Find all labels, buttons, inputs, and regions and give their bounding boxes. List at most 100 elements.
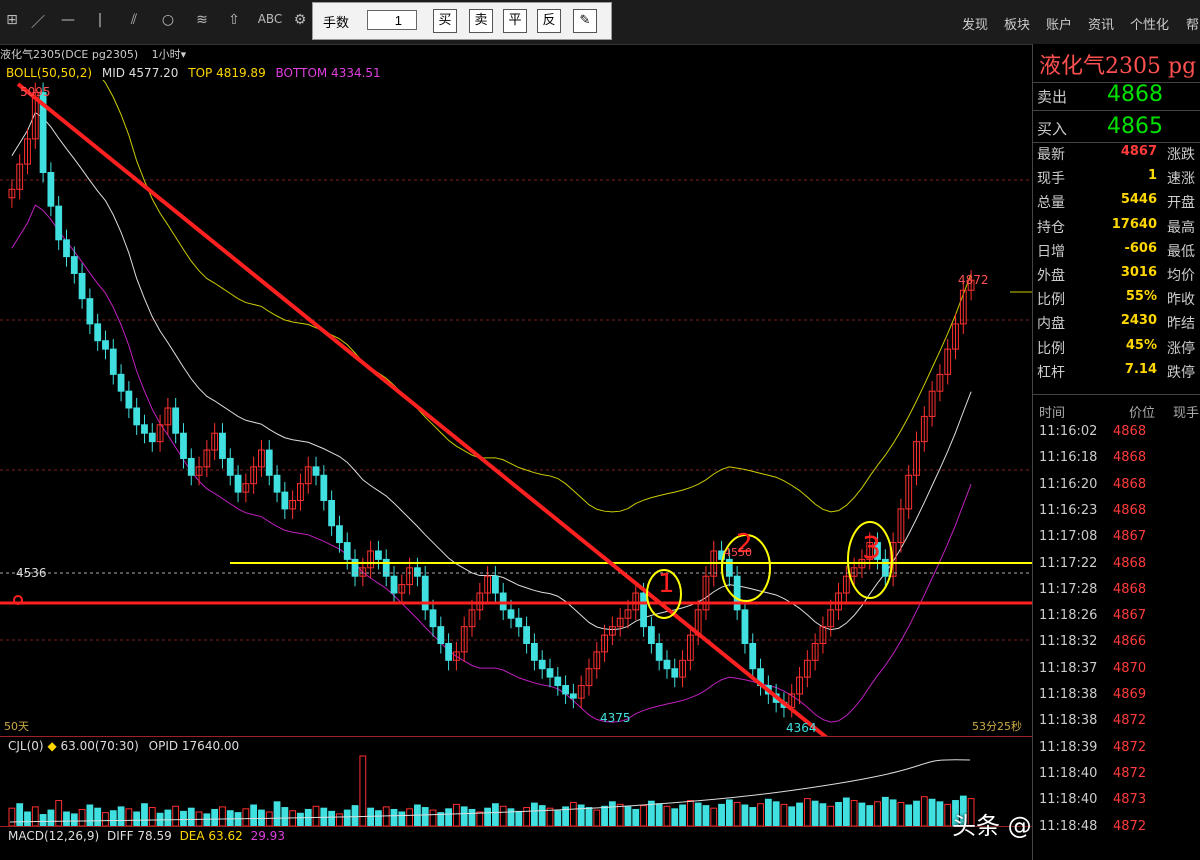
nav-discover[interactable]: 发现 bbox=[962, 14, 988, 33]
volume-bar bbox=[133, 811, 141, 826]
peak-price-label: 4872 bbox=[958, 273, 989, 287]
text-icon[interactable]: ABC bbox=[256, 12, 284, 26]
quote-row: 内盘 2430 昨结 bbox=[1033, 313, 1200, 337]
ticks-time-header: 时间 bbox=[1039, 406, 1066, 421]
edit-order-button[interactable]: ✎ bbox=[573, 9, 597, 33]
volume-bar bbox=[920, 796, 928, 826]
volume-bar bbox=[694, 802, 702, 826]
tick-row: 11:16:18 4868 bbox=[1033, 450, 1200, 476]
grid-icon[interactable]: ⊞ bbox=[0, 12, 24, 28]
tick-price: 4872 bbox=[1113, 739, 1147, 755]
volume-bar bbox=[421, 807, 429, 826]
close-position-button[interactable]: 平 bbox=[503, 9, 527, 33]
downtrend-line bbox=[16, 82, 828, 736]
tick-time: 11:16:23 bbox=[1039, 502, 1098, 518]
candle bbox=[523, 626, 530, 644]
volume-bar bbox=[164, 809, 172, 826]
nav-help[interactable]: 帮 bbox=[1186, 14, 1199, 33]
volume-bar bbox=[679, 804, 686, 826]
volume-bar bbox=[484, 807, 491, 826]
gear-icon[interactable]: ⚙ bbox=[288, 12, 312, 28]
volume-bar bbox=[616, 803, 624, 826]
volume-bar bbox=[764, 798, 772, 826]
volume-bar bbox=[203, 813, 211, 826]
ellipse-icon[interactable]: ○ bbox=[156, 12, 180, 28]
buy-button[interactable]: 买 bbox=[433, 9, 457, 33]
volume-bar bbox=[390, 808, 398, 826]
candle bbox=[515, 617, 523, 628]
nav-news[interactable]: 资讯 bbox=[1088, 14, 1114, 33]
sell-button[interactable]: 卖 bbox=[469, 9, 493, 33]
divider bbox=[0, 736, 1032, 737]
tick-time: 11:18:38 bbox=[1039, 687, 1098, 702]
sell-price: 4868 bbox=[1107, 82, 1163, 107]
tick-time: 11:18:48 bbox=[1039, 818, 1098, 834]
candle bbox=[429, 609, 437, 628]
opid-label: OPID 17640.00 bbox=[148, 739, 240, 753]
tick-price: 4872 bbox=[1113, 765, 1147, 781]
volume-bar bbox=[468, 808, 476, 826]
volume-bar bbox=[460, 806, 468, 826]
boll-mid: MID 4577.20 bbox=[101, 66, 179, 80]
qty-input[interactable] bbox=[367, 10, 417, 30]
candle bbox=[187, 457, 195, 476]
boll-bottom-line bbox=[11, 204, 972, 723]
quote-row: 总量 5446 开盘 bbox=[1033, 192, 1200, 216]
candle bbox=[180, 432, 187, 459]
divider bbox=[0, 826, 1032, 827]
tick-price: 4873 bbox=[1113, 792, 1147, 808]
fib-icon[interactable]: ≋ bbox=[190, 12, 214, 28]
quote-row-key2: 开盘 bbox=[1167, 195, 1195, 212]
candle bbox=[273, 474, 281, 493]
reverse-button[interactable]: 反 bbox=[537, 9, 561, 33]
quote-row-key: 杠杆 bbox=[1037, 364, 1065, 381]
volume-bar bbox=[367, 807, 375, 826]
volume-bar bbox=[702, 805, 710, 826]
volume-bar bbox=[445, 808, 453, 826]
candle bbox=[445, 642, 453, 661]
candle bbox=[125, 390, 133, 409]
volume-bar bbox=[242, 808, 250, 826]
volume-bar bbox=[663, 805, 671, 826]
candle bbox=[647, 626, 655, 644]
nav-sector[interactable]: 板块 bbox=[1004, 14, 1030, 33]
nav-account[interactable]: 账户 bbox=[1046, 14, 1072, 33]
arrow-up-icon[interactable]: ⇧ bbox=[222, 12, 246, 28]
quote-row-key2: 最低 bbox=[1167, 243, 1195, 260]
volume-bar bbox=[117, 806, 125, 826]
candle bbox=[733, 575, 741, 611]
volume-bar bbox=[8, 807, 16, 826]
candle bbox=[507, 609, 515, 619]
line-icon[interactable]: ／ bbox=[26, 12, 50, 32]
cjl-label: CJL(0) bbox=[8, 739, 44, 753]
nav-personalize[interactable]: 个性化 bbox=[1130, 14, 1169, 33]
quote-row: 比例 45% 涨停 bbox=[1033, 338, 1200, 362]
candle bbox=[86, 298, 94, 325]
candle bbox=[437, 626, 445, 644]
volume-bar bbox=[211, 808, 219, 826]
volume-bar bbox=[31, 806, 39, 826]
candle bbox=[234, 474, 242, 493]
quote-row-key: 外盘 bbox=[1037, 268, 1065, 284]
candle bbox=[538, 659, 546, 670]
candle bbox=[749, 642, 757, 670]
tick-time: 11:17:22 bbox=[1039, 555, 1098, 571]
candle bbox=[47, 172, 55, 207]
candle bbox=[741, 609, 749, 644]
volume-bar bbox=[538, 805, 546, 826]
quote-row-value: 4867 bbox=[1120, 144, 1157, 159]
vline-icon[interactable]: | bbox=[88, 12, 112, 28]
candle bbox=[499, 592, 507, 611]
days-label: 50天 bbox=[4, 720, 29, 733]
hline-icon[interactable]: — bbox=[56, 12, 80, 28]
qty-label: 手数 bbox=[323, 16, 350, 31]
candle bbox=[336, 525, 343, 544]
low-price-label-1: 4375 bbox=[600, 711, 631, 725]
volume-bar bbox=[86, 804, 94, 826]
period-select[interactable]: 1小时 bbox=[152, 48, 181, 61]
tick-price: 4866 bbox=[1113, 634, 1147, 650]
channel-icon[interactable]: ⫽ bbox=[122, 12, 146, 28]
candle bbox=[671, 668, 679, 678]
divider bbox=[1033, 394, 1200, 395]
ticks-price-header: 价位 bbox=[1129, 406, 1156, 421]
